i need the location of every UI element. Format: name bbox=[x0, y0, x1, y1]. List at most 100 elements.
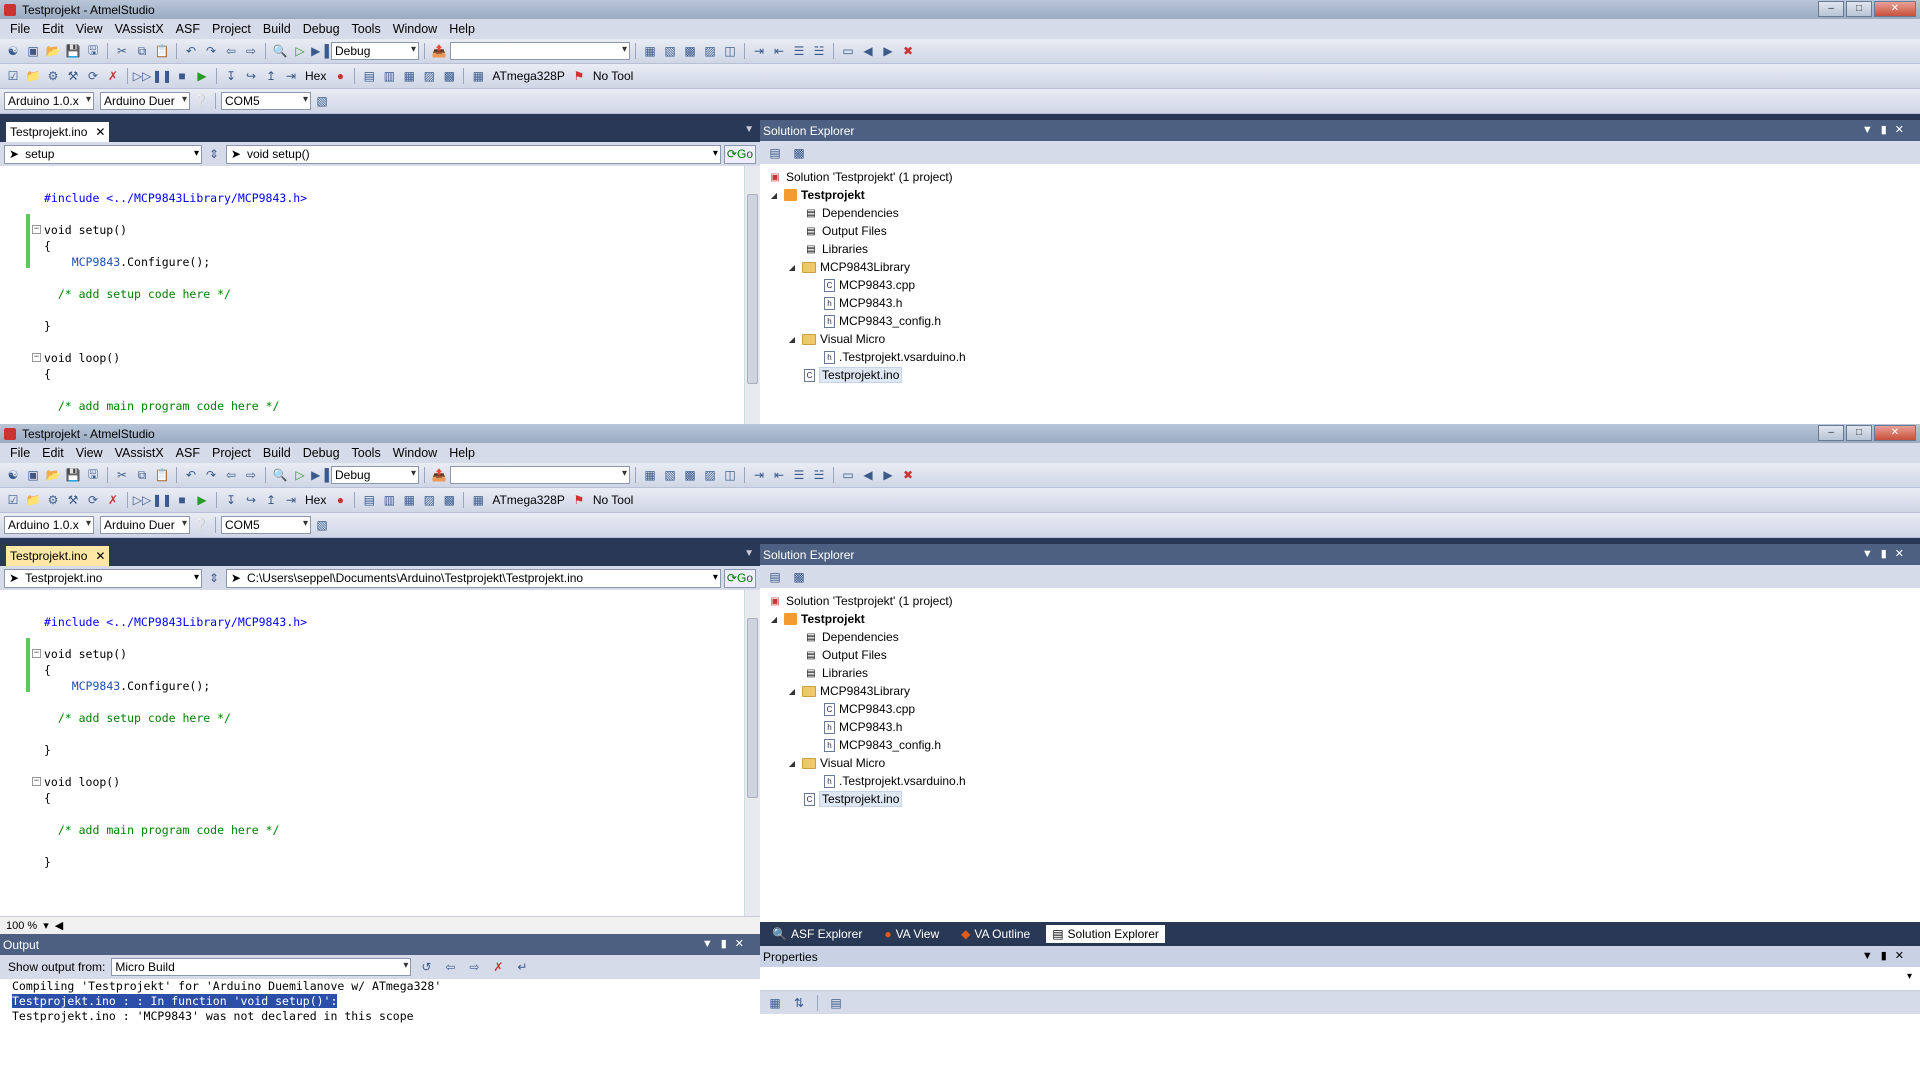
code-line-include[interactable]: #include <../MCP9843Library/MCP9843.h> bbox=[8, 614, 760, 630]
menu-debug[interactable]: Debug bbox=[297, 22, 346, 36]
tree-vm-file[interactable]: h .Testprojekt.vsarduino.h bbox=[768, 348, 1912, 366]
menu-build[interactable]: Build bbox=[257, 446, 297, 460]
registers-icon[interactable]: ▦ bbox=[400, 68, 418, 84]
tool-label[interactable]: No Tool bbox=[590, 493, 636, 507]
find-in-files-icon[interactable]: 📤 bbox=[430, 467, 448, 483]
rebuild-icon[interactable]: ⟳ bbox=[84, 492, 102, 508]
tree-project[interactable]: ◢ Testprojekt bbox=[768, 610, 1912, 628]
code-line-include[interactable]: #include <../MCP9843Library/MCP9843.h> bbox=[8, 190, 760, 206]
tree-lib-cpp[interactable]: C MCP9843.cpp bbox=[768, 276, 1912, 294]
tree-lib-config[interactable]: h MCP9843_config.h bbox=[768, 736, 1912, 754]
save-icon[interactable]: 💾 bbox=[64, 467, 82, 483]
outdent-icon[interactable]: ⇤ bbox=[770, 467, 788, 483]
bookmark-icon[interactable]: ▭ bbox=[839, 43, 857, 59]
go-button[interactable]: ⟳ Go bbox=[723, 568, 756, 588]
split-icon[interactable]: ⇕ bbox=[205, 570, 223, 586]
registers-icon[interactable]: ▦ bbox=[400, 492, 418, 508]
menu-tools[interactable]: Tools bbox=[346, 22, 387, 36]
comment-icon[interactable]: ☰ bbox=[790, 43, 808, 59]
paste-icon[interactable]: 📋 bbox=[153, 43, 171, 59]
tree-project[interactable]: ◢ Testprojekt bbox=[768, 186, 1912, 204]
extensions-icon[interactable]: ◫ bbox=[721, 43, 739, 59]
tree-lib-folder[interactable]: ◢ MCP9843Library bbox=[768, 682, 1912, 700]
collapse-icon[interactable]: − bbox=[32, 353, 41, 362]
clear-bookmarks-icon[interactable]: ✖ bbox=[899, 43, 917, 59]
uncomment-icon[interactable]: ☱ bbox=[810, 43, 828, 59]
collapse-icon[interactable]: − bbox=[32, 649, 41, 658]
close-window-button[interactable]: ✕ bbox=[1874, 425, 1916, 441]
start-debugging-icon[interactable]: ▷▷ bbox=[133, 68, 151, 84]
copy-icon[interactable]: ⧉ bbox=[133, 467, 151, 483]
clear-all-icon[interactable]: ✗ bbox=[489, 959, 507, 975]
device-programming-icon[interactable]: ☑ bbox=[4, 492, 22, 508]
io-view-icon[interactable]: ▥ bbox=[380, 68, 398, 84]
minimize-button[interactable]: – bbox=[1818, 1, 1844, 17]
editor-vertical-scrollbar[interactable] bbox=[744, 590, 760, 916]
memory-icon[interactable]: ⚙ bbox=[44, 492, 62, 508]
redo-icon[interactable]: ↷ bbox=[202, 43, 220, 59]
stop-debugging-icon[interactable]: ■ bbox=[173, 492, 191, 508]
tree-solution[interactable]: ▣ Solution 'Testprojekt' (1 project) bbox=[768, 168, 1912, 186]
indent-icon[interactable]: ⇥ bbox=[750, 467, 768, 483]
tree-lib-folder[interactable]: ◢ MCP9843Library bbox=[768, 258, 1912, 276]
step-into-icon[interactable]: ↧ bbox=[222, 68, 240, 84]
save-icon[interactable]: 💾 bbox=[64, 43, 82, 59]
run-to-cursor-icon[interactable]: ⇥ bbox=[282, 68, 300, 84]
menu-project[interactable]: Project bbox=[206, 446, 257, 460]
menu-asf[interactable]: ASF bbox=[170, 446, 206, 460]
menu-tools[interactable]: Tools bbox=[346, 446, 387, 460]
start-without-debug-icon[interactable]: ▶▐ bbox=[311, 43, 329, 59]
close-window-button[interactable]: ✕ bbox=[1874, 1, 1916, 17]
tree-libraries[interactable]: ▤ Libraries bbox=[768, 664, 1912, 682]
device-programming-icon[interactable]: ☑ bbox=[4, 68, 22, 84]
device-label[interactable]: ATmega328P bbox=[489, 69, 568, 83]
scope-select[interactable]: ➤ Testprojekt.ino bbox=[4, 568, 203, 588]
expand-icon[interactable]: ◢ bbox=[786, 759, 798, 768]
properties-icon[interactable]: ▧ bbox=[661, 467, 679, 483]
properties-icon[interactable]: ▧ bbox=[661, 43, 679, 59]
break-all-icon[interactable]: ❚❚ bbox=[152, 492, 172, 508]
breakpoint-icon[interactable]: ● bbox=[331, 68, 349, 84]
tree-vm-file[interactable]: h .Testprojekt.vsarduino.h bbox=[768, 772, 1912, 790]
open-file-icon[interactable]: 📂 bbox=[44, 467, 62, 483]
next-message-icon[interactable]: ⇨ bbox=[465, 959, 483, 975]
solution-explorer-icon[interactable]: ▦ bbox=[641, 43, 659, 59]
save-all-icon[interactable]: 🖫 bbox=[84, 467, 102, 483]
help-icon[interactable]: ❔ bbox=[192, 93, 210, 109]
alphabetical-icon[interactable]: ⇅ bbox=[790, 995, 808, 1011]
help-icon[interactable]: ❔ bbox=[192, 517, 210, 533]
stop-debugging-icon[interactable]: ■ bbox=[173, 68, 191, 84]
processor-icon[interactable]: ▨ bbox=[420, 68, 438, 84]
menu-project[interactable]: Project bbox=[206, 22, 257, 36]
tab-asf-explorer[interactable]: 🔍 ASF Explorer bbox=[766, 925, 868, 943]
tree-ino-file[interactable]: C Testprojekt.ino bbox=[768, 366, 1912, 384]
tree-dependencies[interactable]: ▤ Dependencies bbox=[768, 204, 1912, 222]
cut-icon[interactable]: ✂ bbox=[113, 467, 131, 483]
break-all-icon[interactable]: ❚❚ bbox=[152, 68, 172, 84]
pane-buttons[interactable]: ▼▮✕ bbox=[1862, 949, 1912, 962]
expand-icon[interactable]: ◢ bbox=[786, 335, 798, 344]
output-text[interactable]: Compiling 'Testprojekt' for 'Arduino Due… bbox=[0, 979, 760, 1080]
object-browser-icon[interactable]: ▨ bbox=[701, 467, 719, 483]
menu-vassistx[interactable]: VAssistX bbox=[109, 446, 170, 460]
memory-icon[interactable]: ⚙ bbox=[44, 68, 62, 84]
find-in-files-icon[interactable]: 📤 bbox=[430, 43, 448, 59]
navigate-forward-icon[interactable]: ⇨ bbox=[242, 467, 260, 483]
menu-file[interactable]: File bbox=[4, 446, 36, 460]
uncomment-icon[interactable]: ☱ bbox=[810, 467, 828, 483]
step-out-icon[interactable]: ↥ bbox=[262, 492, 280, 508]
menu-view[interactable]: View bbox=[70, 446, 109, 460]
pane-buttons[interactable]: ▼▮✕ bbox=[702, 937, 752, 950]
code-editor[interactable]: #include <../MCP9843Library/MCP9843.h> −… bbox=[0, 166, 760, 424]
chevron-down-icon[interactable]: ▾ bbox=[1907, 971, 1912, 982]
disassembly-icon[interactable]: ▩ bbox=[440, 492, 458, 508]
undo-icon[interactable]: ↶ bbox=[182, 467, 200, 483]
add-item-icon[interactable]: ▣ bbox=[24, 43, 42, 59]
tree-dependencies[interactable]: ▤ Dependencies bbox=[768, 628, 1912, 646]
start-icon[interactable]: ▷ bbox=[291, 467, 309, 483]
next-bookmark-icon[interactable]: ▶ bbox=[879, 467, 897, 483]
menu-asf[interactable]: ASF bbox=[170, 22, 206, 36]
arduino-version-select[interactable]: Arduino 1.0.x bbox=[4, 516, 94, 534]
cut-icon[interactable]: ✂ bbox=[113, 43, 131, 59]
undo-icon[interactable]: ↶ bbox=[182, 43, 200, 59]
